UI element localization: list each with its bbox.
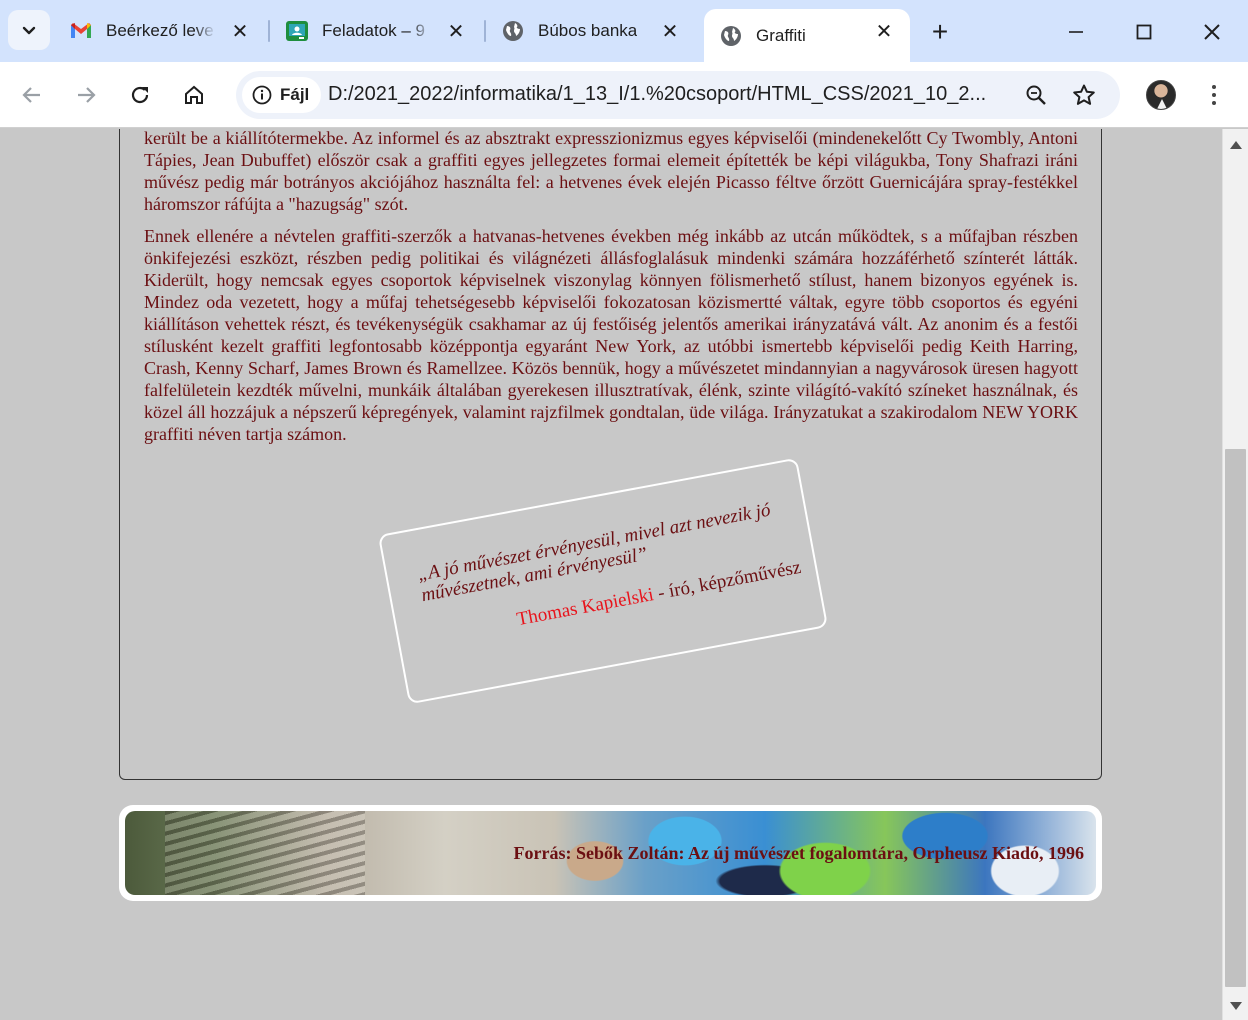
arrow-left-icon (22, 87, 40, 103)
article-box: került be a kiállítótermekbe. Az informe… (119, 129, 1102, 780)
chip-label: Fájl (280, 85, 310, 104)
scroll-up-arrow-icon[interactable] (1230, 141, 1242, 149)
vertical-scrollbar[interactable] (1222, 129, 1248, 1020)
arrow-right-icon (78, 87, 96, 103)
footer-banner: Forrás: Sebők Zoltán: Az új művészet fog… (119, 805, 1102, 901)
quote-author-name: Thomas Kapielski (515, 584, 656, 631)
scrollbar-thumb[interactable] (1225, 449, 1246, 987)
maximize-button[interactable] (1124, 14, 1164, 50)
tab-gmail[interactable]: Beérkező leve ✕ (70, 9, 252, 53)
tab-search-button[interactable] (8, 10, 50, 50)
tab-title: Graffiti (756, 25, 806, 45)
quote-author-role: - író, képzőművész (651, 556, 803, 605)
close-icon[interactable]: ✕ (444, 19, 468, 43)
tab-graffiti[interactable]: Graffiti ✕ (704, 9, 910, 62)
tab-classroom[interactable]: Feladatok – 9 ✕ (286, 9, 468, 53)
site-info-chip[interactable]: Fájl (242, 77, 322, 113)
chevron-down-icon (22, 26, 36, 35)
tab-title: Feladatok – 9 (322, 21, 426, 40)
forward-button[interactable] (68, 77, 104, 113)
tab-title: Beérkező leve (106, 21, 214, 40)
paragraph: Ennek ellenére a névtelen graffiti-szerz… (144, 226, 1078, 444)
url-text[interactable]: D:/2021_2022/informatika/1_13_I/1.%20cso… (328, 83, 1004, 106)
gmail-icon (70, 20, 92, 42)
close-icon (1204, 24, 1220, 40)
reload-icon (131, 86, 149, 104)
tab-title: Búbos banka (538, 21, 638, 40)
address-bar[interactable]: Fájl D:/2021_2022/informatika/1_13_I/1.%… (236, 71, 1120, 119)
quote-card: „A jó művészet érvényesül, mivel azt nev… (377, 457, 829, 705)
maximize-icon (1136, 24, 1152, 40)
globe-icon (720, 25, 742, 47)
close-icon[interactable]: ✕ (872, 19, 896, 43)
info-icon (252, 85, 272, 105)
paragraph: került be a kiállítótermekbe. Az informe… (144, 129, 1078, 214)
profile-avatar[interactable] (1146, 80, 1176, 110)
browser-toolbar: Fájl D:/2021_2022/informatika/1_13_I/1.%… (0, 62, 1248, 128)
tab-strip: Beérkező leve ✕ Feladatok – 9 ✕ Búbos ba… (0, 0, 1248, 62)
classroom-icon (286, 20, 308, 42)
stairs-image-detail (165, 811, 365, 895)
globe-icon (502, 20, 524, 42)
tab-separator (268, 20, 270, 42)
back-button[interactable] (14, 77, 50, 113)
close-window-button[interactable] (1192, 14, 1232, 50)
page-viewport: került be a kiállítótermekbe. Az informe… (0, 129, 1222, 1020)
close-icon[interactable]: ✕ (228, 19, 252, 43)
new-tab-button[interactable]: + (924, 16, 956, 48)
zoom-icon[interactable] (1024, 83, 1048, 107)
minimize-button[interactable] (1056, 14, 1096, 50)
article-text: került be a kiállítótermekbe. Az informe… (144, 129, 1078, 455)
plus-icon: + (931, 16, 949, 47)
scroll-down-arrow-icon[interactable] (1230, 1002, 1242, 1010)
bookmark-star-icon[interactable] (1072, 83, 1096, 107)
close-icon[interactable]: ✕ (658, 19, 682, 43)
tab-separator (484, 20, 486, 42)
menu-icon[interactable] (1202, 77, 1226, 113)
reload-button[interactable] (122, 77, 158, 113)
home-button[interactable] (176, 77, 212, 113)
tab-bubos-banka[interactable]: Búbos banka ✕ (502, 9, 682, 53)
minimize-icon (1069, 31, 1083, 33)
source-citation: Forrás: Sebők Zoltán: Az új művészet fog… (513, 843, 1084, 863)
graffiti-banner-image: Forrás: Sebők Zoltán: Az új művészet fog… (125, 811, 1096, 895)
home-icon (185, 85, 203, 104)
